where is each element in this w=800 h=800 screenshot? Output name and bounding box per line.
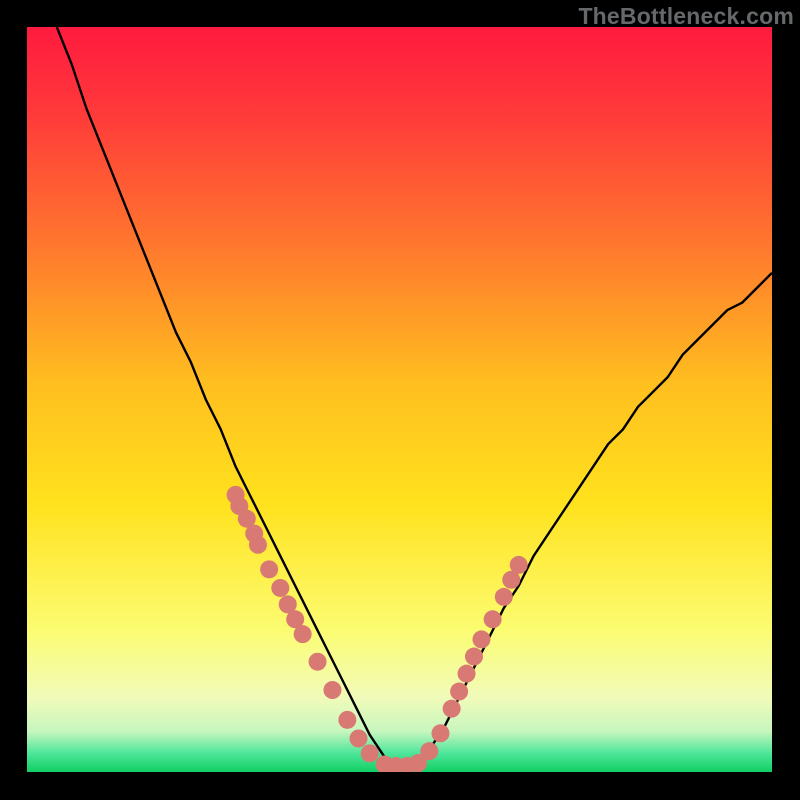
highlight-marker <box>465 648 483 666</box>
highlight-marker <box>271 579 289 597</box>
highlight-marker <box>260 560 278 578</box>
highlight-marker <box>431 724 449 742</box>
highlight-marker <box>350 729 368 747</box>
highlight-marker <box>458 665 476 683</box>
highlight-marker <box>450 683 468 701</box>
attribution-text: TheBottleneck.com <box>578 3 794 30</box>
highlight-marker <box>443 700 461 718</box>
highlight-marker <box>323 681 341 699</box>
highlight-marker <box>249 536 267 554</box>
highlight-marker <box>294 625 312 643</box>
highlight-marker <box>420 742 438 760</box>
highlight-marker <box>510 556 528 574</box>
highlight-marker <box>484 610 502 628</box>
highlight-marker <box>338 711 356 729</box>
gradient-fill <box>27 27 772 772</box>
bottleneck-chart <box>27 27 772 772</box>
highlight-marker <box>495 588 513 606</box>
highlight-marker <box>472 630 490 648</box>
highlight-marker <box>309 653 327 671</box>
chart-frame <box>27 27 772 772</box>
highlight-marker <box>361 744 379 762</box>
